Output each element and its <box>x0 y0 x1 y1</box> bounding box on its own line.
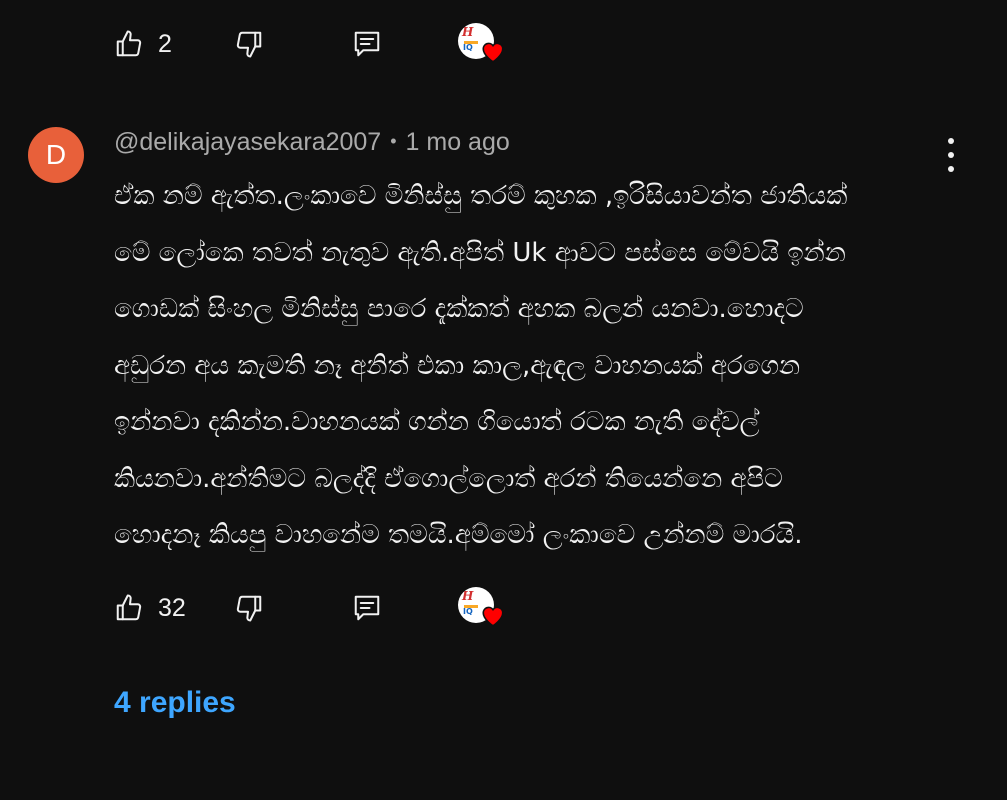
dislike-button[interactable] <box>234 29 352 59</box>
more-options-button[interactable] <box>936 138 966 172</box>
comment-line: හොදනෑ කියපු වාහනේම තමයි.අම්මෝ ලංකාවෙ උන්… <box>114 520 803 550</box>
author-avatar[interactable]: D <box>28 127 84 183</box>
view-replies-link[interactable]: 4 replies <box>114 686 236 720</box>
comment-line: මේ ලෝකෙ තවත් නැතුව ඇති.අපිත් Uk ආවට පස්ස… <box>114 237 846 268</box>
comment-line: ඒක නම් ඇත්ත.ලංකාවෙ මිනිස්සු තරම් කුහක ,ඉ… <box>114 181 848 211</box>
reply-button[interactable] <box>352 593 458 623</box>
dislike-button[interactable] <box>234 593 352 623</box>
thumbs-up-icon <box>116 30 142 57</box>
creator-heart-badge: H IQ <box>458 23 508 65</box>
comment-line: කියනවා.අන්තිමට බලද්දි ඒගොල්ලොත් අරන් තිය… <box>114 463 783 494</box>
comment-line: අඩුරන අය කැමති නෑ අනිත් එකා කාල,ඇඳල වාහන… <box>114 350 801 381</box>
meta-separator: • <box>390 131 397 151</box>
comment-meta: @delikajayasekara2007 • 1 mo ago <box>114 128 510 157</box>
comment-line: ගොඩක් සිංහල මිනිස්සු පාරෙ දැක්කත් අහක බල… <box>114 294 804 324</box>
like-button[interactable]: 32 <box>114 593 234 623</box>
thumbs-up-icon <box>116 594 142 621</box>
like-count: 2 <box>158 29 172 58</box>
author-name[interactable]: @delikajayasekara2007 <box>114 128 381 156</box>
more-vertical-icon <box>948 138 954 144</box>
reply-button[interactable] <box>352 29 458 59</box>
heart-icon <box>482 42 504 63</box>
thumbs-down-icon <box>236 31 262 58</box>
comment-actions: 32 H IQ <box>114 587 508 629</box>
creator-heart-badge: H IQ <box>458 587 508 629</box>
heart-icon <box>482 606 504 627</box>
comment-reply-icon <box>354 31 380 57</box>
comment-text: ඒක නම් ඇත්ත.ලංකාවෙ මිනිස්සු තරම් කුහක ,ඉ… <box>114 168 940 564</box>
previous-comment-actions: 2 H IQ <box>114 23 508 65</box>
thumbs-down-icon <box>236 595 262 622</box>
like-count: 32 <box>158 593 186 622</box>
like-button[interactable]: 2 <box>114 29 234 59</box>
comment-line: ඉන්නවා දකින්න.වාහනයක් ගන්න ගියොත් රටක නැ… <box>114 407 760 437</box>
comment-time[interactable]: 1 mo ago <box>406 128 510 156</box>
comment-reply-icon <box>354 595 380 621</box>
